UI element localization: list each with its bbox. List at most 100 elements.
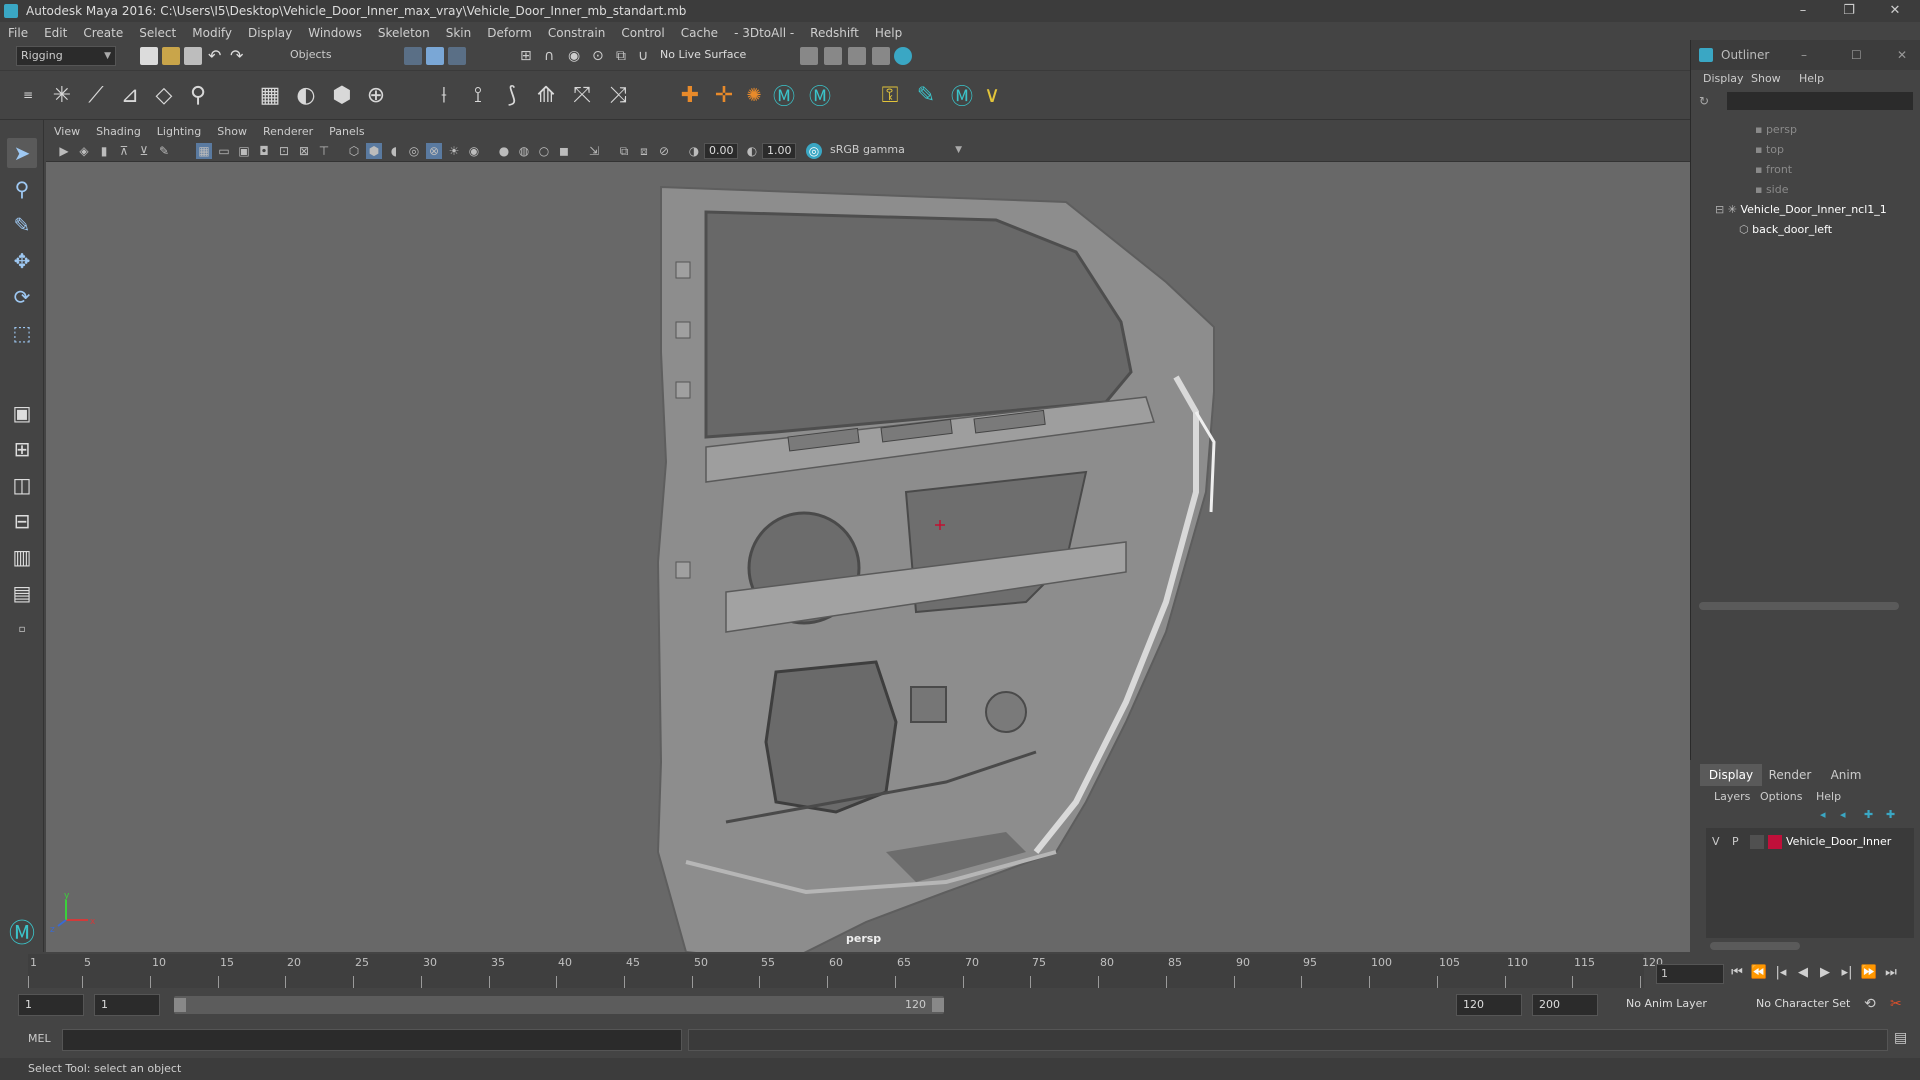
- image-plane-icon[interactable]: ⊼: [116, 143, 132, 159]
- save-scene-icon[interactable]: [184, 47, 202, 65]
- gamma-field[interactable]: 1.00: [762, 143, 796, 159]
- cluster-icon[interactable]: ◐: [292, 81, 320, 109]
- layer-playback-toggle[interactable]: P: [1732, 835, 1739, 848]
- lasso-tool-icon[interactable]: ⚲: [7, 174, 37, 204]
- tab-anim[interactable]: Anim: [1818, 764, 1874, 786]
- outliner-maximize-button[interactable]: ☐: [1851, 40, 1862, 70]
- custom-layout-icon[interactable]: ▫: [7, 614, 37, 644]
- menu-help[interactable]: Help: [875, 26, 902, 40]
- tab-render[interactable]: Render: [1762, 764, 1818, 786]
- menu-control[interactable]: Control: [621, 26, 664, 40]
- layer-move-down-icon[interactable]: ◂: [1840, 808, 1846, 821]
- color-space-dropdown[interactable]: sRGB gamma ▼: [826, 142, 966, 160]
- redo-icon[interactable]: ↷: [230, 47, 248, 65]
- textured-icon[interactable]: ◎: [406, 143, 422, 159]
- backface-culling-icon[interactable]: ⊘: [656, 143, 672, 159]
- layer-name[interactable]: Vehicle_Door_Inner: [1786, 835, 1891, 848]
- snap-surface-icon[interactable]: ⧉: [616, 47, 634, 65]
- rotate-tool-icon[interactable]: ⟳: [7, 282, 37, 312]
- refresh-icon[interactable]: ↻: [1699, 94, 1709, 108]
- select-component-icon[interactable]: [448, 47, 466, 65]
- panel-menu-show[interactable]: Show: [217, 125, 247, 138]
- hypershade-layout-icon[interactable]: ▥: [7, 542, 37, 572]
- grease-pencil-icon[interactable]: ✎: [156, 143, 172, 159]
- four-view-layout-icon[interactable]: ⊞: [7, 434, 37, 464]
- menu-constrain[interactable]: Constrain: [548, 26, 606, 40]
- hypershade-icon[interactable]: [894, 47, 912, 65]
- wrap-deformer-icon[interactable]: ⬢: [328, 81, 356, 109]
- snap-grid-icon[interactable]: ⊞: [520, 47, 538, 65]
- aim-constraint-icon[interactable]: ✺: [740, 81, 768, 109]
- outliner-menu-show[interactable]: Show: [1751, 72, 1781, 85]
- safe-title-icon[interactable]: ⊤: [316, 143, 332, 159]
- menuset-dropdown[interactable]: Rigging ▼: [16, 46, 116, 66]
- play-backwards-icon[interactable]: ◀: [1794, 964, 1812, 982]
- render-view-icon[interactable]: [800, 47, 818, 65]
- outliner-minimize-button[interactable]: –: [1801, 40, 1807, 70]
- menu-file[interactable]: File: [8, 26, 28, 40]
- outliner-horizontal-scrollbar[interactable]: [1699, 602, 1899, 610]
- outliner-item-side[interactable]: ▪ side: [1755, 180, 1789, 200]
- menu-skin[interactable]: Skin: [446, 26, 472, 40]
- move-tool-icon[interactable]: ✥: [7, 246, 37, 276]
- menu-windows[interactable]: Windows: [308, 26, 362, 40]
- xray-joints-icon[interactable]: ⧉: [616, 143, 632, 159]
- new-layer-selected-icon[interactable]: ✚: [1886, 808, 1895, 821]
- exposure-field[interactable]: 0.00: [704, 143, 738, 159]
- camera-select-icon[interactable]: ▶: [56, 143, 72, 159]
- step-forward-frame-icon[interactable]: ⏩: [1860, 964, 1878, 982]
- render-frame-icon[interactable]: [824, 47, 842, 65]
- menu-3dtoall[interactable]: - 3DtoAll -: [734, 26, 794, 40]
- panel-menu-view[interactable]: View: [54, 125, 80, 138]
- mirror-weights-icon[interactable]: ⟰: [532, 81, 560, 109]
- use-all-lights-icon[interactable]: ⊗: [426, 143, 442, 159]
- current-frame-field[interactable]: 1: [1656, 964, 1724, 984]
- collapse-icon[interactable]: ⊟: [1715, 203, 1724, 216]
- motion-blur-icon[interactable]: ●: [496, 143, 512, 159]
- outliner-item-front[interactable]: ▪ front: [1755, 160, 1792, 180]
- outliner-menu-display[interactable]: Display: [1703, 72, 1744, 85]
- step-back-key-icon[interactable]: |◂: [1772, 964, 1790, 982]
- layers-menu-layers[interactable]: Layers: [1714, 790, 1750, 803]
- ipr-render-icon[interactable]: [848, 47, 866, 65]
- playback-start-field[interactable]: 1: [94, 994, 160, 1016]
- command-input[interactable]: [62, 1029, 682, 1051]
- playback-end-field[interactable]: 120: [1456, 994, 1522, 1016]
- outliner-item-persp[interactable]: ▪ persp: [1755, 120, 1797, 140]
- layer-move-up-icon[interactable]: ◂: [1820, 808, 1826, 821]
- point-constraint-icon[interactable]: ✛: [710, 81, 738, 109]
- outliner-close-button[interactable]: ✕: [1897, 40, 1907, 70]
- menu-redshift[interactable]: Redshift: [810, 26, 859, 40]
- layer-color-swatch[interactable]: [1768, 835, 1782, 849]
- outliner-item-group[interactable]: ⊟ ✳ Vehicle_Door_Inner_ncl1_1: [1715, 200, 1887, 220]
- orient-constraint-icon[interactable]: Ⓜ: [770, 81, 798, 110]
- ik-handle-icon[interactable]: ⟋: [82, 81, 110, 109]
- snap-point-icon[interactable]: ◉: [568, 47, 586, 65]
- layer-visibility-toggle[interactable]: V: [1712, 835, 1720, 848]
- range-handle-right[interactable]: [932, 998, 944, 1012]
- blend-shape-icon[interactable]: ✎: [912, 81, 940, 109]
- single-perspective-layout-icon[interactable]: ▣: [7, 398, 37, 428]
- film-gate-icon[interactable]: ▭: [216, 143, 232, 159]
- minimize-button[interactable]: –: [1780, 0, 1826, 22]
- panel-menu-shading[interactable]: Shading: [96, 125, 141, 138]
- xray-icon[interactable]: ⇲: [586, 143, 602, 159]
- color-management-icon[interactable]: ◎: [806, 143, 822, 159]
- layer-horizontal-scrollbar[interactable]: [1710, 942, 1800, 950]
- bind-skin-icon[interactable]: ⟊: [430, 81, 458, 109]
- panel-menu-panels[interactable]: Panels: [329, 125, 364, 138]
- menu-modify[interactable]: Modify: [192, 26, 232, 40]
- layers-menu-options[interactable]: Options: [1760, 790, 1802, 803]
- persp-outliner-layout-icon[interactable]: ◫: [7, 470, 37, 500]
- sculpt-deformer-icon[interactable]: ⊕: [362, 81, 390, 109]
- camera-lock-icon[interactable]: ◈: [76, 143, 92, 159]
- end-frame-field[interactable]: 200: [1532, 994, 1598, 1016]
- menu-display[interactable]: Display: [248, 26, 292, 40]
- add-influence-icon[interactable]: ⤨: [604, 81, 632, 109]
- magnet-icon[interactable]: ∪: [638, 47, 656, 65]
- script-editor-icon[interactable]: ▤: [1894, 1030, 1907, 1046]
- menu-select[interactable]: Select: [139, 26, 176, 40]
- detach-skin-icon[interactable]: ⟟: [464, 81, 492, 109]
- layers-menu-help[interactable]: Help: [1816, 790, 1841, 803]
- xray-components-icon[interactable]: ⧈: [636, 143, 652, 159]
